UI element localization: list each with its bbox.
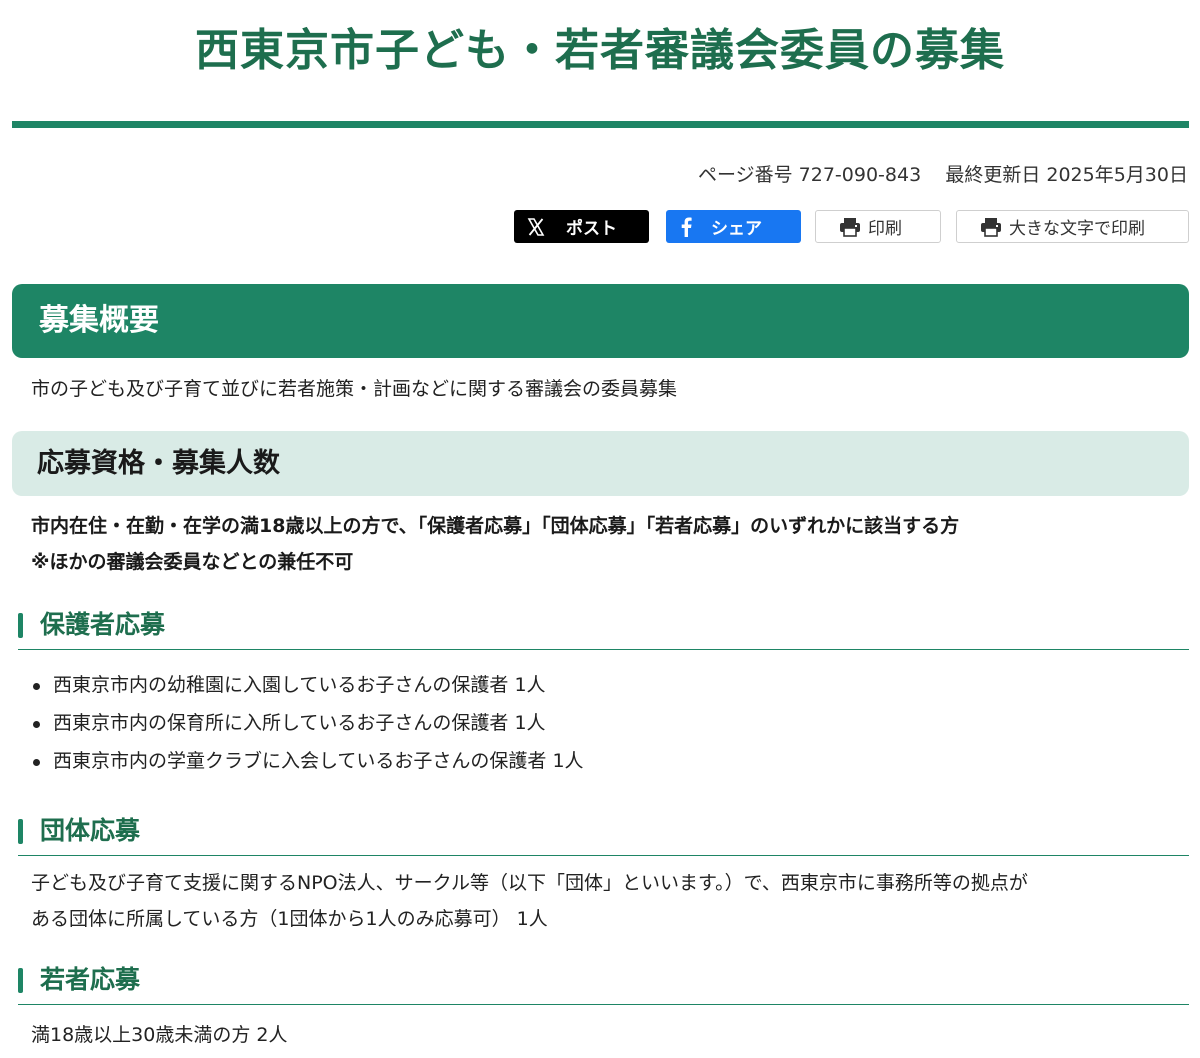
qualification-heading: 応募資格・募集人数 — [12, 431, 1189, 496]
guardian-heading-text: 保護者応募 — [40, 610, 166, 639]
overview-heading: 募集概要 — [12, 284, 1189, 358]
youth-heading: 若者応募 — [18, 962, 1189, 1005]
group-heading: 団体応募 — [18, 813, 1189, 856]
group-heading-text: 団体応募 — [40, 816, 141, 845]
print-button[interactable]: 印刷 — [815, 210, 941, 243]
youth-heading-text: 若者応募 — [40, 965, 141, 994]
page-number: ページ番号 727-090-843 — [697, 164, 922, 186]
printer-icon — [838, 215, 862, 239]
facebook-logo-icon — [675, 215, 699, 239]
list-item: 西東京市内の学童クラブに入会しているお子さんの保護者 1人 — [31, 742, 584, 780]
heading-accent-bar — [18, 819, 23, 844]
x-logo-icon — [524, 215, 548, 239]
overview-text: 市の子ども及び子育て並びに若者施策・計画などに関する審議会の委員募集 — [31, 378, 678, 400]
facebook-share-button[interactable]: シェア — [666, 210, 801, 243]
group-text: 子ども及び子育て支援に関するNPO法人、サークル等（以下「団体」といいます。）で… — [31, 865, 1171, 937]
qualification-line-2: ※ほかの審議会委員などとの兼任不可 — [31, 551, 354, 573]
facebook-share-label: シェア — [711, 219, 762, 239]
heading-accent-bar — [18, 613, 23, 638]
heading-accent-bar — [18, 968, 23, 993]
print-label: 印刷 — [868, 219, 902, 239]
qualification-text: 市内在住・在勤・在学の満18歳以上の方で、「保護者応募」「団体応募」「若者応募」… — [31, 508, 959, 580]
share-toolbar: ポスト シェア 印刷 大きな文字で印刷 — [0, 210, 1200, 243]
group-line-1: 子ども及び子育て支援に関するNPO法人、サークル等（以下「団体」といいます。）で… — [31, 872, 1028, 894]
list-item: 西東京市内の幼稚園に入園しているお子さんの保護者 1人 — [31, 666, 584, 704]
guardian-heading: 保護者応募 — [18, 607, 1189, 650]
large-print-label: 大きな文字で印刷 — [1009, 219, 1145, 239]
x-post-label: ポスト — [566, 219, 617, 239]
youth-text: 満18歳以上30歳未満の方 2人 — [31, 1024, 288, 1046]
list-item: 西東京市内の保育所に入所しているお子さんの保護者 1人 — [31, 704, 584, 742]
large-print-button[interactable]: 大きな文字で印刷 — [956, 210, 1189, 243]
last-updated: 最終更新日 2025年5月30日 — [945, 164, 1188, 186]
x-post-button[interactable]: ポスト — [514, 210, 649, 243]
qualification-line-1: 市内在住・在勤・在学の満18歳以上の方で、「保護者応募」「団体応募」「若者応募」… — [31, 515, 960, 537]
page-title: 西東京市子ども・若者審議会委員の募集 — [195, 25, 1005, 76]
guardian-list: 西東京市内の幼稚園に入園しているお子さんの保護者 1人 西東京市内の保育所に入所… — [31, 666, 584, 780]
title-divider — [12, 121, 1189, 128]
page-meta: ページ番号 727-090-843 最終更新日 2025年5月30日 — [698, 160, 1188, 187]
printer-icon — [979, 215, 1003, 239]
page: 西東京市子ども・若者審議会委員の募集 ページ番号 727-090-843 最終更… — [0, 0, 1200, 1058]
group-line-2: ある団体に所属している方（1団体から1人のみ応募可） 1人 — [31, 908, 548, 930]
